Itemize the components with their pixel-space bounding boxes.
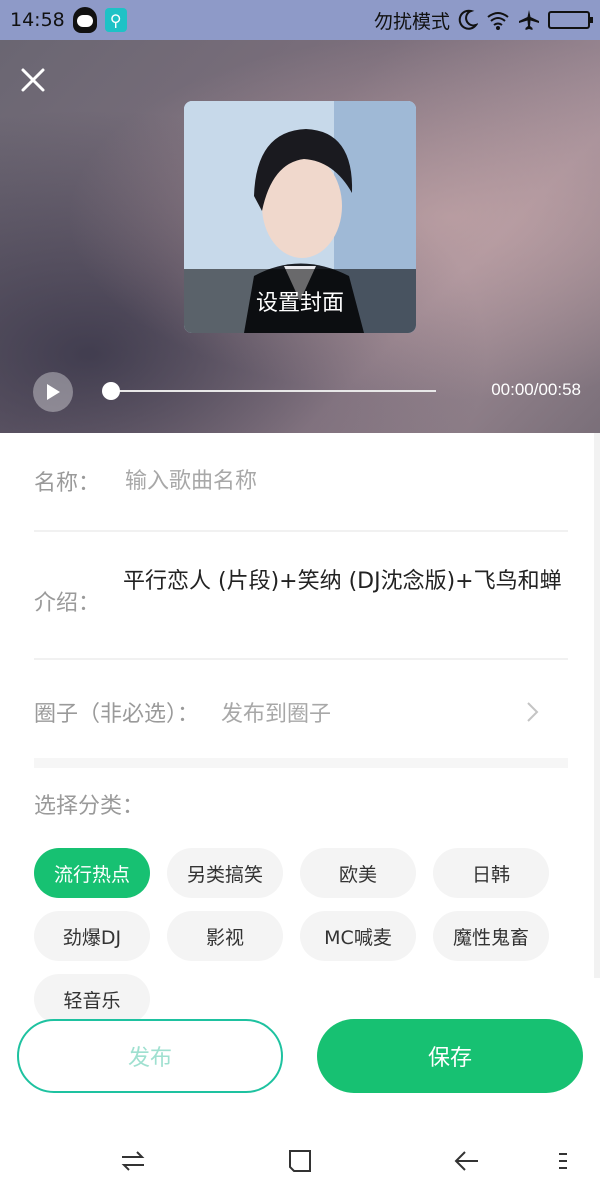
progress-track[interactable] xyxy=(108,390,436,392)
category-chip[interactable]: 劲爆DJ xyxy=(34,911,150,961)
dnd-label: 勿扰模式 xyxy=(373,10,450,33)
player-header: 设置封面 00:00/00:58 xyxy=(0,40,600,433)
name-label: 名称： xyxy=(34,471,101,496)
moon-icon xyxy=(458,9,478,30)
song-name-input[interactable] xyxy=(125,465,506,497)
usb-icon: ⚲ xyxy=(104,8,127,32)
battery-icon xyxy=(548,11,593,29)
scrollbar xyxy=(594,433,600,978)
circle-value: 发布到圈子 xyxy=(221,702,332,727)
status-bar: 14:58 ⚲ 勿扰模式 xyxy=(0,0,600,40)
category-chip[interactable]: MC喊麦 xyxy=(300,911,416,961)
chevron-right-icon[interactable] xyxy=(522,700,542,724)
set-cover-label: 设置封面 xyxy=(184,269,416,333)
section-divider xyxy=(34,758,568,768)
menu-icon[interactable] xyxy=(555,1146,571,1176)
play-icon xyxy=(47,384,60,400)
intro-text[interactable]: 平行恋人 (片段)+笑纳 (DJ沈念版)+飞鸟和蝉 xyxy=(123,567,583,597)
qq-icon xyxy=(72,7,97,33)
save-button[interactable]: 保存 xyxy=(317,1019,583,1093)
category-chip[interactable]: 另类搞笑 xyxy=(167,848,283,898)
category-chip[interactable]: 日韩 xyxy=(433,848,549,898)
status-time: 14:58 xyxy=(10,9,65,31)
category-chip-selected[interactable]: 流行热点 xyxy=(34,848,150,898)
recent-apps-icon[interactable] xyxy=(118,1146,148,1176)
name-row: 名称： xyxy=(34,465,568,497)
airplane-icon xyxy=(519,10,539,30)
divider xyxy=(34,658,568,660)
circle-row[interactable]: 圈子（非必选）： 发布到圈子 xyxy=(34,696,568,728)
category-chip[interactable]: 轻音乐 xyxy=(34,974,150,1024)
back-icon[interactable] xyxy=(452,1146,482,1176)
category-chip[interactable]: 影视 xyxy=(167,911,283,961)
wifi-icon xyxy=(487,12,509,30)
category-chip[interactable]: 欧美 xyxy=(300,848,416,898)
category-label: 选择分类： xyxy=(34,794,145,819)
category-chip[interactable]: 魔性鬼畜 xyxy=(433,911,549,961)
divider xyxy=(34,530,568,532)
close-icon[interactable] xyxy=(18,65,48,95)
playback-time: 00:00/00:58 xyxy=(491,380,581,399)
system-nav-bar xyxy=(0,1120,600,1200)
intro-label: 介绍： xyxy=(34,591,101,616)
publish-button[interactable]: 发布 xyxy=(17,1019,283,1093)
home-icon[interactable] xyxy=(285,1146,315,1176)
play-button[interactable] xyxy=(33,372,73,412)
progress-knob[interactable] xyxy=(102,382,120,400)
cover-image[interactable]: 设置封面 xyxy=(184,101,416,333)
circle-label: 圈子（非必选）： xyxy=(34,702,200,727)
